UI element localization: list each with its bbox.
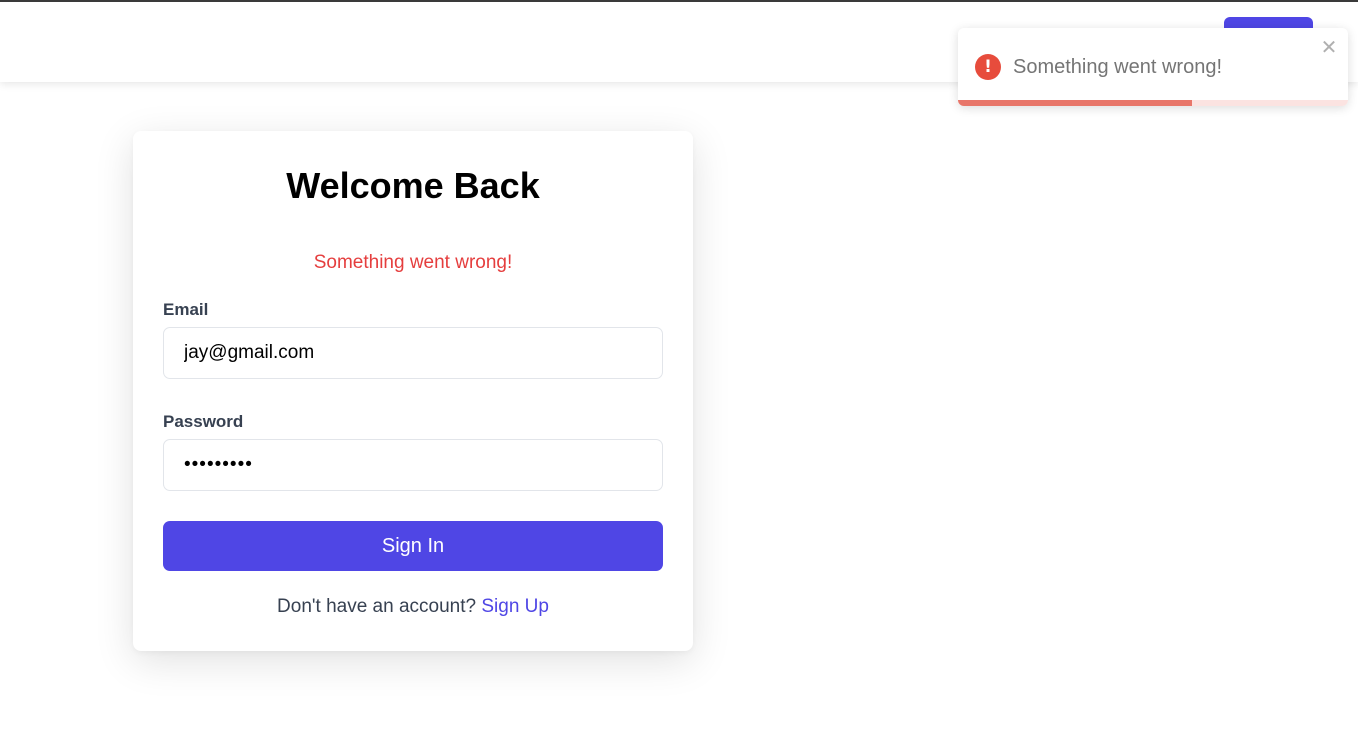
sign-in-button[interactable]: Sign In xyxy=(163,521,663,571)
login-card: Welcome Back Something went wrong! Email… xyxy=(133,131,693,651)
toast-progress-track xyxy=(958,100,1348,106)
error-message: Something went wrong! xyxy=(313,252,513,273)
page-title: Welcome Back xyxy=(286,165,540,206)
signup-prompt-row: Don't have an account? Sign Up xyxy=(133,594,693,620)
password-field[interactable] xyxy=(163,439,663,491)
close-icon[interactable]: ✕ xyxy=(1318,36,1340,58)
error-toast: ! Something went wrong! ✕ xyxy=(958,28,1348,106)
page: Welcome Back Something went wrong! Email… xyxy=(0,0,1358,744)
window-top-border xyxy=(0,0,1358,2)
toast-message: Something went wrong! xyxy=(1013,56,1223,78)
signup-prompt-text: Don't have an account? xyxy=(277,596,477,617)
sign-up-link[interactable]: Sign Up xyxy=(481,596,549,617)
error-exclamation-icon: ! xyxy=(975,54,1001,80)
toast-progress-bar xyxy=(958,100,1192,106)
email-field[interactable] xyxy=(163,327,663,379)
password-label: Password xyxy=(163,412,244,431)
email-label: Email xyxy=(163,300,209,319)
